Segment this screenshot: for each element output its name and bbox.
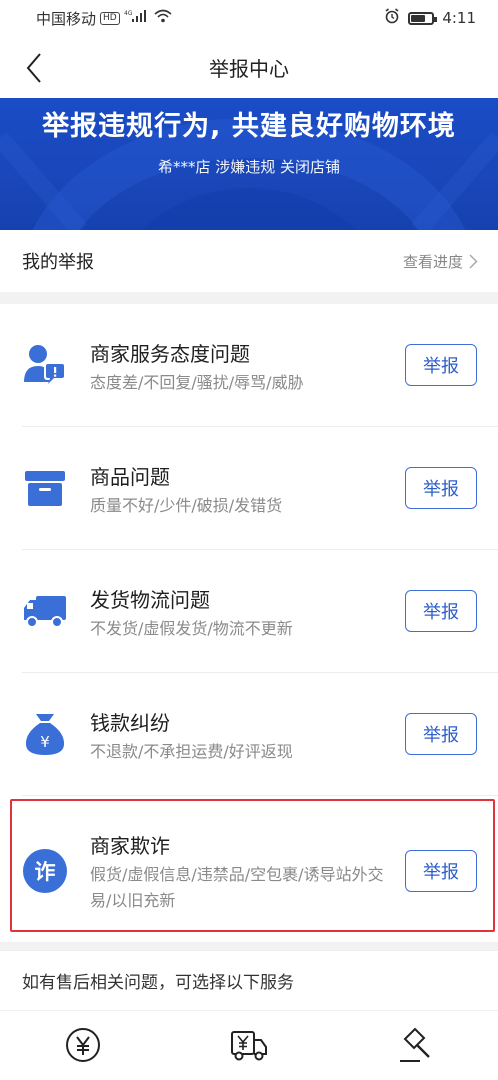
- merchant-attitude-icon: [22, 342, 68, 388]
- chevron-left-icon: [26, 53, 41, 83]
- view-progress-label: 查看进度: [402, 252, 463, 271]
- item-title: 发货物流问题: [90, 588, 210, 612]
- yen-circle-icon: [63, 1025, 103, 1065]
- report-button[interactable]: 举报: [405, 467, 477, 509]
- alarm-icon: [384, 8, 400, 28]
- chevron-right-icon: [469, 253, 478, 269]
- delivery-truck-icon: [22, 588, 68, 634]
- service-item[interactable]: [0, 1011, 166, 1080]
- gavel-icon: [395, 1025, 435, 1065]
- signal-icon: 4G: [124, 9, 150, 27]
- svg-text:¥: ¥: [40, 733, 50, 751]
- after-sales-heading: 如有售后相关问题，可选择以下服务: [0, 950, 498, 1010]
- carrier-name: 中国移动: [36, 9, 97, 28]
- item-title: 商家服务态度问题: [90, 342, 250, 366]
- yen-truck-icon: [229, 1025, 269, 1065]
- item-description: 态度差/不回复/骚扰/辱骂/威胁: [90, 373, 304, 392]
- report-button[interactable]: 举报: [405, 713, 477, 755]
- status-left: 中国移动 HD 4G: [36, 8, 172, 29]
- item-title: 钱款纠纷: [90, 711, 170, 735]
- money-bag-icon: ¥: [22, 711, 68, 757]
- battery-fill: [411, 14, 425, 22]
- report-button[interactable]: 举报: [405, 590, 477, 632]
- back-button[interactable]: [14, 48, 54, 88]
- item-description: 不退款/不承担运费/好评返现: [90, 742, 293, 761]
- clock-time: 4:11: [442, 9, 476, 27]
- service-item[interactable]: [166, 1011, 332, 1080]
- hd-badge: HD: [100, 11, 120, 25]
- status-bar: 中国移动 HD 4G 4:11: [0, 0, 498, 36]
- battery-icon: [408, 11, 438, 25]
- report-item-merchant-attitude[interactable]: 商家服务态度问题 态度差/不回复/骚扰/辱骂/威胁 举报: [0, 304, 498, 427]
- my-report-row[interactable]: 我的举报 查看进度: [0, 230, 498, 292]
- item-description: 不发货/虚假发货/物流不更新: [90, 619, 293, 638]
- after-sales-services: [0, 1010, 498, 1080]
- highlight-box: [10, 799, 495, 932]
- nav-bar: 举报中心: [0, 36, 498, 98]
- service-item[interactable]: [332, 1011, 498, 1080]
- report-button[interactable]: 举报: [405, 344, 477, 386]
- my-report-title: 我的举报: [22, 252, 94, 273]
- page-title: 举报中心: [209, 56, 289, 81]
- item-description: 质量不好/少件/破损/发错货: [90, 496, 283, 515]
- report-item-product[interactable]: 商品问题 质量不好/少件/破损/发错货 举报: [0, 427, 498, 550]
- item-title: 商品问题: [90, 465, 170, 489]
- report-item-money-dispute[interactable]: ¥ 钱款纠纷 不退款/不承担运费/好评返现 举报: [0, 673, 498, 796]
- network-type: 4G: [124, 10, 133, 17]
- banner: 举报违规行为, 共建良好购物环境 希***店 涉嫌违规 关闭店铺: [0, 98, 498, 230]
- banner-title: 举报违规行为, 共建良好购物环境: [42, 111, 456, 142]
- view-progress-link[interactable]: 查看进度: [403, 251, 478, 272]
- product-box-icon: [22, 465, 68, 511]
- banner-subtitle: 希***店 涉嫌违规 关闭店铺: [157, 158, 341, 176]
- status-right: 4:11: [384, 8, 476, 28]
- report-item-delivery[interactable]: 发货物流问题 不发货/虚假发货/物流不更新 举报: [0, 550, 498, 673]
- wifi-icon: [154, 9, 172, 27]
